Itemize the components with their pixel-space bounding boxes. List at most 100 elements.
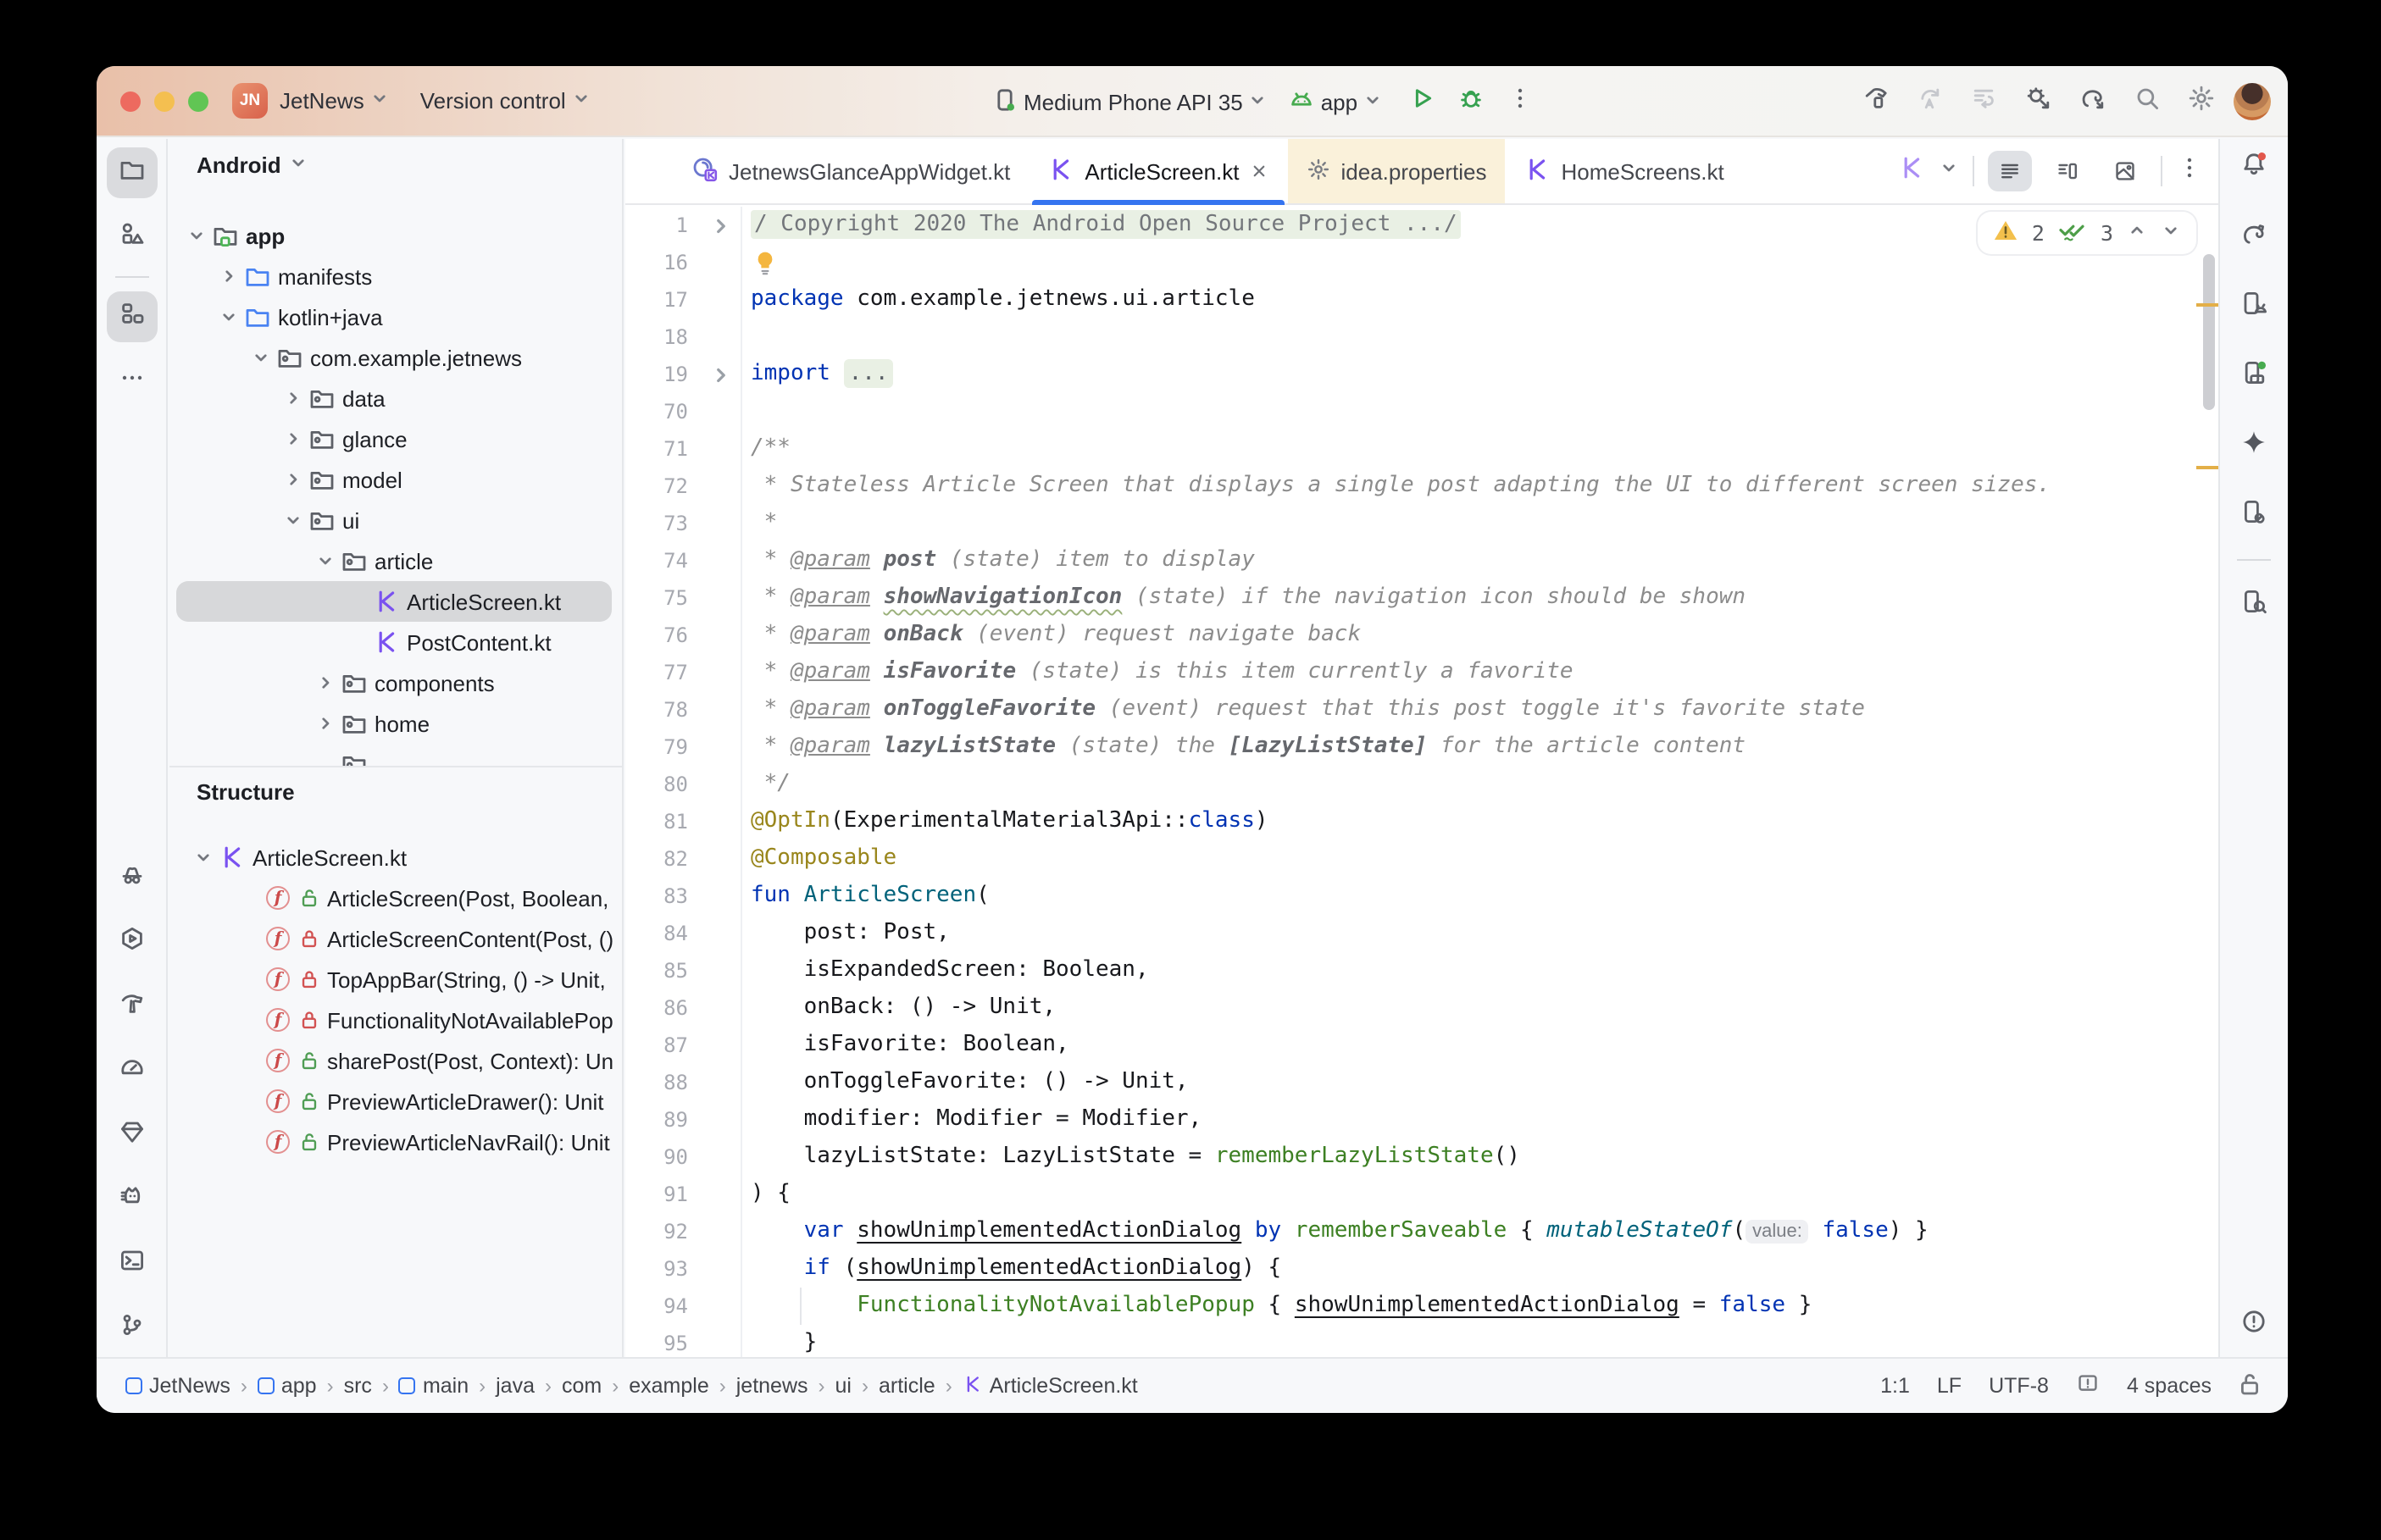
line-number[interactable]: 95 <box>625 1325 688 1357</box>
tree-item-ui[interactable]: ui <box>169 500 622 540</box>
code-line[interactable]: 95 } <box>625 1325 2201 1357</box>
tool-window-device-manager-button[interactable] <box>2228 281 2279 332</box>
tool-window-problems-button[interactable] <box>2228 1299 2279 1350</box>
tool-window-more-tool-windows-button[interactable] <box>106 356 157 407</box>
settings-button[interactable] <box>2179 80 2222 123</box>
tree-item-PostContent.kt[interactable]: PostContent.kt <box>169 622 622 662</box>
tool-window-incognito-button[interactable] <box>106 852 157 903</box>
breadcrumb-app[interactable]: app <box>258 1374 317 1398</box>
structure-item-4[interactable]: f FunctionalityNotAvailablePop <box>169 1000 622 1040</box>
breadcrumb-jetnews[interactable]: jetnews <box>736 1374 808 1398</box>
version-control-menu[interactable]: Version control <box>420 88 591 114</box>
breadcrumb-src[interactable]: src <box>344 1374 372 1398</box>
line-ending[interactable]: LF <box>1937 1374 1962 1398</box>
inspections-status-icon[interactable] <box>2076 1371 2100 1400</box>
code-line[interactable]: 83fun ArticleScreen( <box>625 878 2201 915</box>
view-design-button[interactable] <box>2103 151 2147 191</box>
line-number[interactable]: 86 <box>625 989 688 1027</box>
code-line[interactable]: 76 * @param onBack (event) request navig… <box>625 617 2201 654</box>
unlocked-icon[interactable] <box>2239 1371 2261 1400</box>
chevron-right-icon[interactable] <box>280 385 305 411</box>
line-number[interactable]: 19 <box>625 356 688 393</box>
breadcrumb-JetNews[interactable]: JetNews <box>125 1374 230 1398</box>
tree-item-glance[interactable]: glance <box>169 418 622 459</box>
tab-HomeScreens.kt[interactable]: HomeScreens.kt <box>1506 139 1743 203</box>
code-line[interactable]: 81@OptIn(ExperimentalMaterial3Api::class… <box>625 803 2201 840</box>
chevron-down-icon[interactable] <box>215 304 241 330</box>
line-number[interactable]: 81 <box>625 803 688 840</box>
breadcrumb-java[interactable]: java <box>496 1374 535 1398</box>
tree-item-home[interactable]: home <box>169 703 622 744</box>
line-number[interactable]: 1 <box>625 207 688 244</box>
breadcrumb-ArticleScreen.kt[interactable]: ArticleScreen.kt <box>963 1373 1138 1399</box>
scrollbar-thumb[interactable] <box>2203 254 2215 410</box>
tree-item-model[interactable]: model <box>169 459 622 500</box>
code-line[interactable]: 92 var showUnimplementedActionDialog by … <box>625 1213 2201 1250</box>
line-number[interactable]: 71 <box>625 430 688 468</box>
line-number[interactable]: 84 <box>625 915 688 952</box>
breadcrumb-com[interactable]: com <box>562 1374 602 1398</box>
line-number[interactable]: 89 <box>625 1101 688 1138</box>
structure-item-1[interactable]: f ArticleScreen(Post, Boolean, <box>169 878 622 918</box>
line-number[interactable]: 16 <box>625 244 688 281</box>
code-line[interactable]: 91) { <box>625 1176 2201 1213</box>
project-view-selector[interactable]: Android <box>197 152 308 178</box>
line-number[interactable]: 79 <box>625 728 688 766</box>
line-number[interactable]: 72 <box>625 468 688 505</box>
tool-window-notifications-button[interactable] <box>2228 142 2279 193</box>
tool-window-structure-button[interactable] <box>106 291 157 342</box>
line-number[interactable]: 73 <box>625 505 688 542</box>
code-line[interactable]: 86 onBack: () -> Unit, <box>625 989 2201 1027</box>
line-number[interactable]: 82 <box>625 840 688 878</box>
code-line[interactable]: 18 <box>625 319 2201 356</box>
chevron-down-icon[interactable] <box>247 345 273 370</box>
view-code-button[interactable] <box>1988 151 2032 191</box>
structure-item-7[interactable]: f PreviewArticleNavRail(): Unit <box>169 1122 622 1162</box>
code-line[interactable]: 82@Composable <box>625 840 2201 878</box>
caret-position[interactable]: 1:1 <box>1880 1374 1910 1398</box>
rollback-disabled-button[interactable] <box>1962 80 2005 123</box>
line-number[interactable]: 93 <box>625 1250 688 1288</box>
code-line[interactable]: 77 * @param isFavorite (state) is this i… <box>625 654 2201 691</box>
project-menu[interactable]: JetNews <box>280 88 390 114</box>
tool-window-device-mirroring-button[interactable] <box>2228 490 2279 540</box>
tree-item-clipped[interactable] <box>169 744 622 766</box>
tree-item-app[interactable]: app <box>169 215 622 256</box>
tree-item-com.example.jetnews[interactable]: com.example.jetnews <box>169 337 622 378</box>
code-line[interactable]: 79 * @param lazyListState (state) the [L… <box>625 728 2201 766</box>
code-line[interactable]: 17package com.example.jetnews.ui.article <box>625 281 2201 319</box>
tree-item-manifests[interactable]: manifests <box>169 256 622 296</box>
tool-window-gemini-button[interactable] <box>2228 420 2279 471</box>
code-line[interactable]: 78 * @param onToggleFavorite (event) req… <box>625 691 2201 728</box>
tool-window-running-devices-button[interactable] <box>2228 351 2279 402</box>
run-configuration-selector[interactable]: app <box>1289 86 1383 118</box>
line-number[interactable]: 78 <box>625 691 688 728</box>
breadcrumb-article[interactable]: article <box>879 1374 935 1398</box>
breadcrumb-example[interactable]: example <box>629 1374 709 1398</box>
code-line[interactable]: 71/** <box>625 430 2201 468</box>
chevron-down-icon[interactable] <box>280 507 305 533</box>
line-number[interactable]: 91 <box>625 1176 688 1213</box>
tool-window-gradle-button[interactable] <box>2228 212 2279 263</box>
line-number[interactable]: 76 <box>625 617 688 654</box>
code-line[interactable]: 16 <box>625 244 2201 281</box>
tool-window-device-explorer-button[interactable] <box>2228 579 2279 630</box>
line-number[interactable]: 18 <box>625 319 688 356</box>
tool-window-app-quality-insights-button[interactable] <box>106 1110 157 1161</box>
attach-debugger-button[interactable] <box>2017 80 2059 123</box>
breadcrumb-ui[interactable]: ui <box>835 1374 852 1398</box>
tree-item-components[interactable]: components <box>169 662 622 703</box>
line-number[interactable]: 70 <box>625 393 688 430</box>
tool-window-build-button[interactable] <box>106 981 157 1032</box>
line-number[interactable]: 90 <box>625 1138 688 1176</box>
sync-disabled-button[interactable] <box>1908 80 1951 123</box>
chevron-right-icon[interactable] <box>280 467 305 492</box>
tool-window-services-button[interactable] <box>106 917 157 967</box>
avatar[interactable] <box>2234 83 2271 120</box>
zoom-window-button[interactable] <box>188 91 208 111</box>
tool-window-version-control-button[interactable] <box>106 1303 157 1354</box>
tab-options-kebab-icon[interactable] <box>2176 153 2203 189</box>
tool-window-terminal-button[interactable] <box>106 1238 157 1289</box>
indent-setting[interactable]: 4 spaces <box>2127 1374 2212 1398</box>
code-line[interactable]: 72 * Stateless Article Screen that displ… <box>625 468 2201 505</box>
